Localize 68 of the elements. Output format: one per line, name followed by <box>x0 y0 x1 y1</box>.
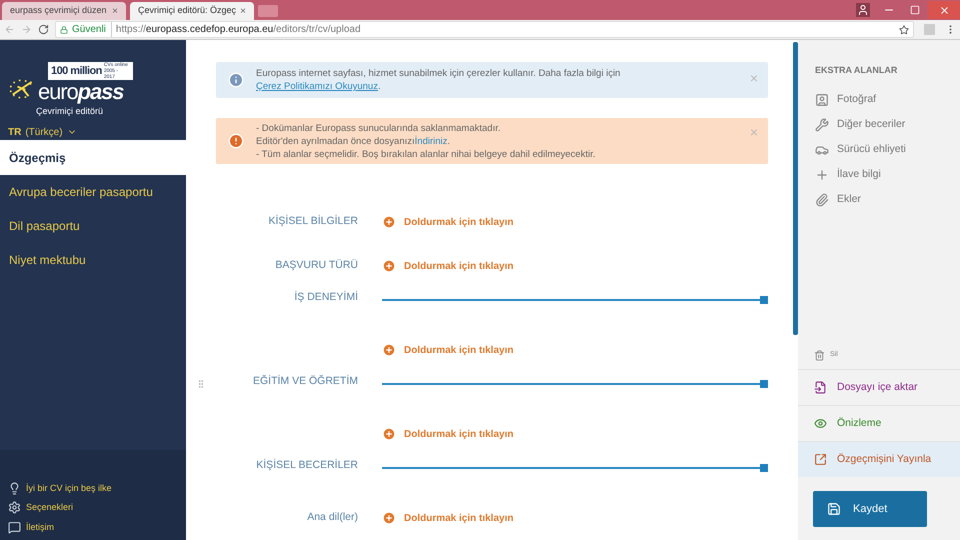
fill-in-button[interactable]: Doldurmak için tıklayın <box>382 214 514 230</box>
warning-text: Editör'den ayrılmadan önce dosyanızıİndiriniz. <box>256 134 452 148</box>
action-item[interactable]: Özgeçmişini Yayınla <box>798 441 960 477</box>
plus-circle-icon <box>382 427 396 441</box>
section-label: EĞİTİM VE ÖĞRETİM <box>252 374 358 389</box>
extra-field-item[interactable]: Ekler <box>798 188 960 212</box>
panel-heading: EKSTRA ALANLAR <box>814 64 898 77</box>
import-icon <box>814 381 827 394</box>
fill-in-button[interactable]: Doldurmak için tıklayın <box>382 258 514 274</box>
bookmark-star-icon[interactable] <box>899 24 909 34</box>
share-icon <box>814 453 827 466</box>
nav-item[interactable]: Özgeçmiş <box>0 140 186 175</box>
photo-icon <box>815 93 829 107</box>
extra-field-item[interactable]: Diğer beceriler <box>798 112 960 138</box>
warning-text: - Dokümanlar Europass sunucularında saklanmamaktadır. <box>256 122 502 135</box>
action-item[interactable]: Dosyayı içe aktar <box>798 369 960 405</box>
address-field[interactable]: Güvenli https://europass.cedefop.europa.eu/editors/tr/cv/upload <box>55 21 914 38</box>
section-label: KİŞİSEL BİLGİLER <box>268 214 358 230</box>
warning-text: - Tüm alanlar seçmelidir. Boş bırakılan alanlar nihai belgeye dahil edilmeyecektir. <box>256 148 596 161</box>
section-label: İŞ DENEYİMİ <box>294 290 358 305</box>
fill-in-button[interactable]: Doldurmak için tıklayın <box>382 510 514 526</box>
reload-icon[interactable] <box>38 24 49 35</box>
secure-label: Güvenli <box>72 22 112 37</box>
section-label: KİŞİSEL BECERİLER <box>256 458 358 473</box>
save-button[interactable]: Kaydet <box>813 491 927 527</box>
settings-icon <box>8 501 21 514</box>
info-icon <box>228 72 244 88</box>
lock-icon <box>60 26 68 34</box>
warning-icon <box>228 133 244 150</box>
language-selector[interactable]: TR (Türkçe) <box>8 124 186 140</box>
maximize-icon[interactable] <box>910 5 920 15</box>
plus-circle-icon <box>382 511 396 525</box>
plus-circle-icon <box>382 259 396 273</box>
browser-tab[interactable]: Çevrimiçi editörü: Özgeç × <box>130 2 254 20</box>
plus-icon <box>815 168 829 182</box>
close-icon <box>938 4 950 16</box>
notice-text: Europass internet sayfası, hizmet sunabilmek için çerezler kullanır. Daha fazla bilgi için Çerez Politikamızı Okuyunuz. <box>256 67 622 94</box>
extra-field-item[interactable]: Sürücü ehliyeti <box>798 138 960 162</box>
lightbulb-icon <box>8 482 21 495</box>
tab-close-button[interactable]: × <box>112 4 118 18</box>
save-icon <box>827 502 841 516</box>
section-label: Ana dil(ler) <box>307 510 358 526</box>
fill-in-button[interactable]: Doldurmak için tıklayın <box>382 342 514 358</box>
extra-field-item[interactable]: Fotoğraf <box>798 88 960 112</box>
tab-close-button[interactable]: × <box>240 4 246 18</box>
nav-item[interactable]: Dil pasaportu <box>0 209 186 243</box>
browser-tab[interactable]: eurpass çevrimiçi düzen × <box>2 2 126 20</box>
nav-item[interactable]: Avrupa beceriler pasaportu <box>0 175 186 209</box>
chat-icon <box>8 520 21 534</box>
sidebar-link[interactable]: İyi bir CV için beş ilke <box>26 482 112 495</box>
fill-in-button[interactable]: Doldurmak için tıklayın <box>382 426 514 442</box>
logo-subtitle: Çevrimiçi editörü <box>36 105 104 118</box>
wrench-icon <box>815 118 829 132</box>
trash-icon <box>814 350 825 361</box>
url-text: https://europass.cedefop.europa.eu/editors/tr/cv/upload <box>116 23 361 37</box>
plus-circle-icon <box>382 215 396 229</box>
sidebar-link[interactable]: Seçenekleri <box>26 501 74 514</box>
profile-icon[interactable] <box>856 3 870 17</box>
extra-field-item[interactable]: İlave bilgi <box>798 162 960 188</box>
nav-item[interactable]: Niyet mektubu <box>0 243 186 277</box>
eye-icon <box>814 417 827 430</box>
download-link[interactable]: İndiriniz <box>414 136 448 147</box>
cookie-policy-link[interactable]: Çerez Politikamızı Okuyunuz <box>256 81 378 92</box>
plus-circle-icon <box>382 343 396 357</box>
paperclip-icon <box>815 193 829 207</box>
sidebar-link[interactable]: İletişim <box>26 520 54 534</box>
close-window-button[interactable] <box>928 1 960 19</box>
section-label: BAŞVURU TÜRÜ <box>275 258 358 274</box>
